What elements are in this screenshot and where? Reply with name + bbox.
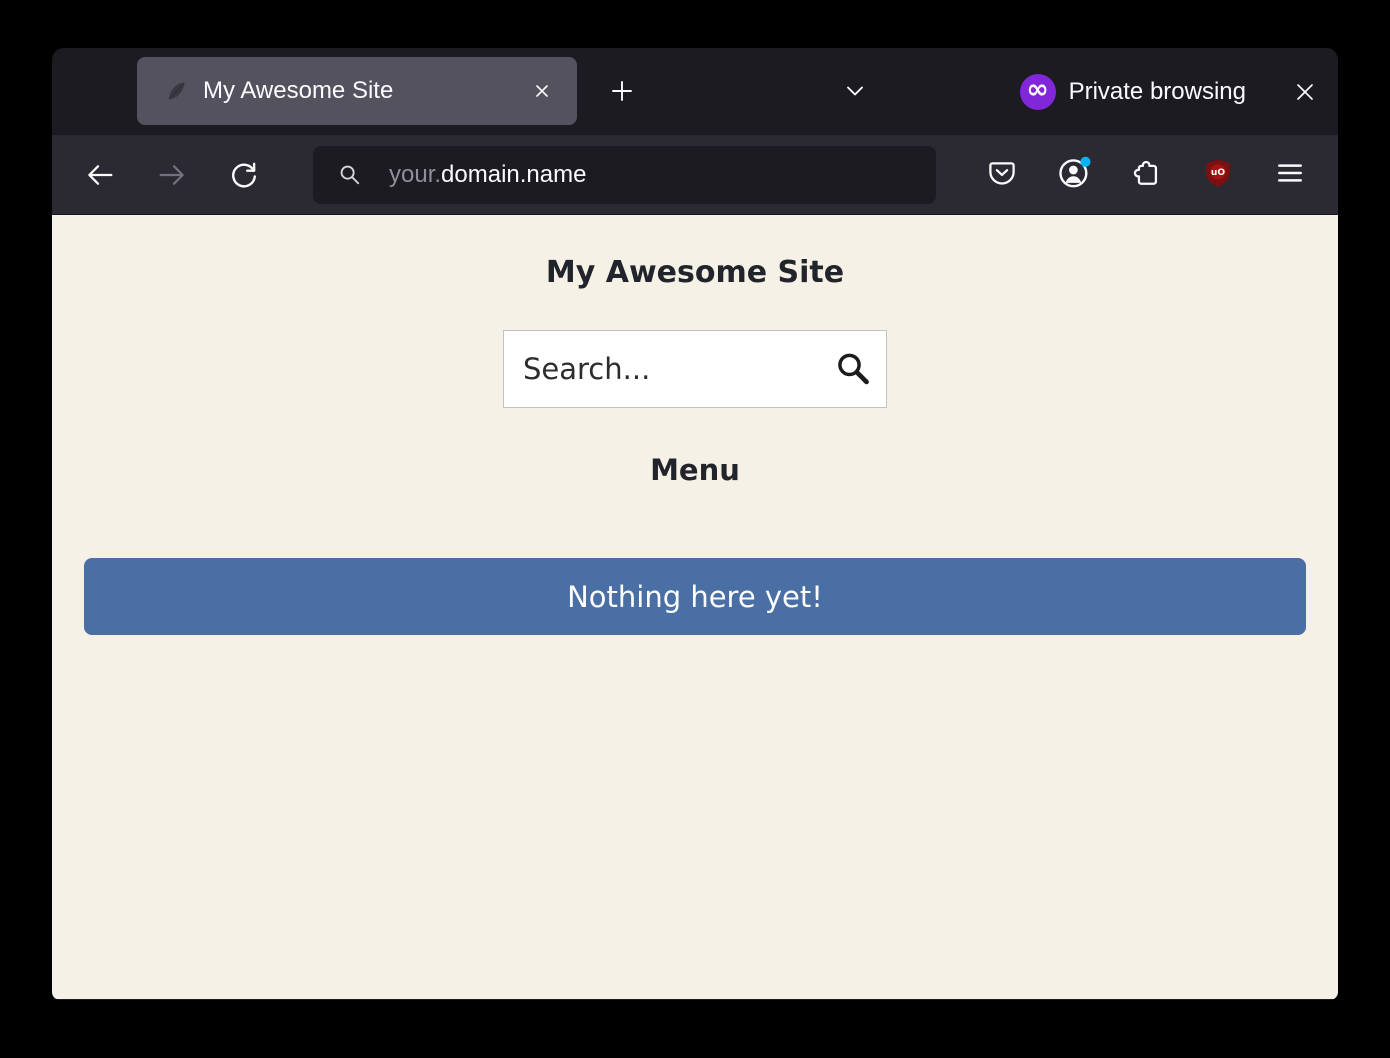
url-text: your.domain.name	[389, 161, 586, 189]
private-browsing-label: Private browsing	[1069, 78, 1246, 106]
web-page-content: My Awesome Site Menu Nothing here yet!	[52, 215, 1338, 999]
account-button[interactable]	[1052, 151, 1096, 195]
url-host: domain.name	[441, 161, 586, 188]
menu-empty-banner: Nothing here yet!	[84, 558, 1306, 635]
pocket-button[interactable]	[980, 151, 1024, 195]
forward-button[interactable]	[148, 151, 196, 199]
browser-window: My Awesome Site ∞	[52, 48, 1338, 1000]
back-button[interactable]	[76, 151, 124, 199]
search-icon	[337, 162, 363, 188]
ublock-logo-text: uO	[1211, 168, 1225, 178]
new-tab-button[interactable]	[600, 69, 644, 113]
window-close-icon[interactable]	[1283, 70, 1327, 114]
private-mask-icon: ∞	[1020, 74, 1056, 110]
tab-close-icon[interactable]	[522, 71, 562, 111]
tab-strip: My Awesome Site ∞	[52, 48, 1338, 135]
site-search-box	[503, 330, 887, 408]
extensions-puzzle-button[interactable]	[1124, 151, 1168, 195]
search-input[interactable]	[504, 352, 824, 386]
menu-heading: Menu	[52, 450, 1338, 490]
reload-button[interactable]	[220, 151, 268, 199]
list-tabs-chevron-icon[interactable]	[833, 69, 877, 113]
feather-favicon-icon	[163, 78, 189, 104]
private-browsing-indicator: ∞ Private browsing	[1020, 48, 1327, 135]
page-title: My Awesome Site	[52, 253, 1338, 293]
toolbar-right-icons: uO	[980, 151, 1312, 195]
url-bar[interactable]: your.domain.name	[313, 146, 936, 204]
navigation-toolbar: your.domain.name	[52, 135, 1338, 215]
ublock-origin-button[interactable]: uO	[1196, 151, 1240, 195]
screenshot-canvas: My Awesome Site ∞	[0, 0, 1390, 1058]
tab-title: My Awesome Site	[203, 77, 393, 105]
hamburger-menu-button[interactable]	[1268, 151, 1312, 195]
search-submit-icon[interactable]	[824, 340, 882, 398]
active-tab[interactable]: My Awesome Site	[137, 57, 577, 125]
notification-dot	[1080, 157, 1090, 167]
url-subdomain: your.	[389, 161, 441, 188]
